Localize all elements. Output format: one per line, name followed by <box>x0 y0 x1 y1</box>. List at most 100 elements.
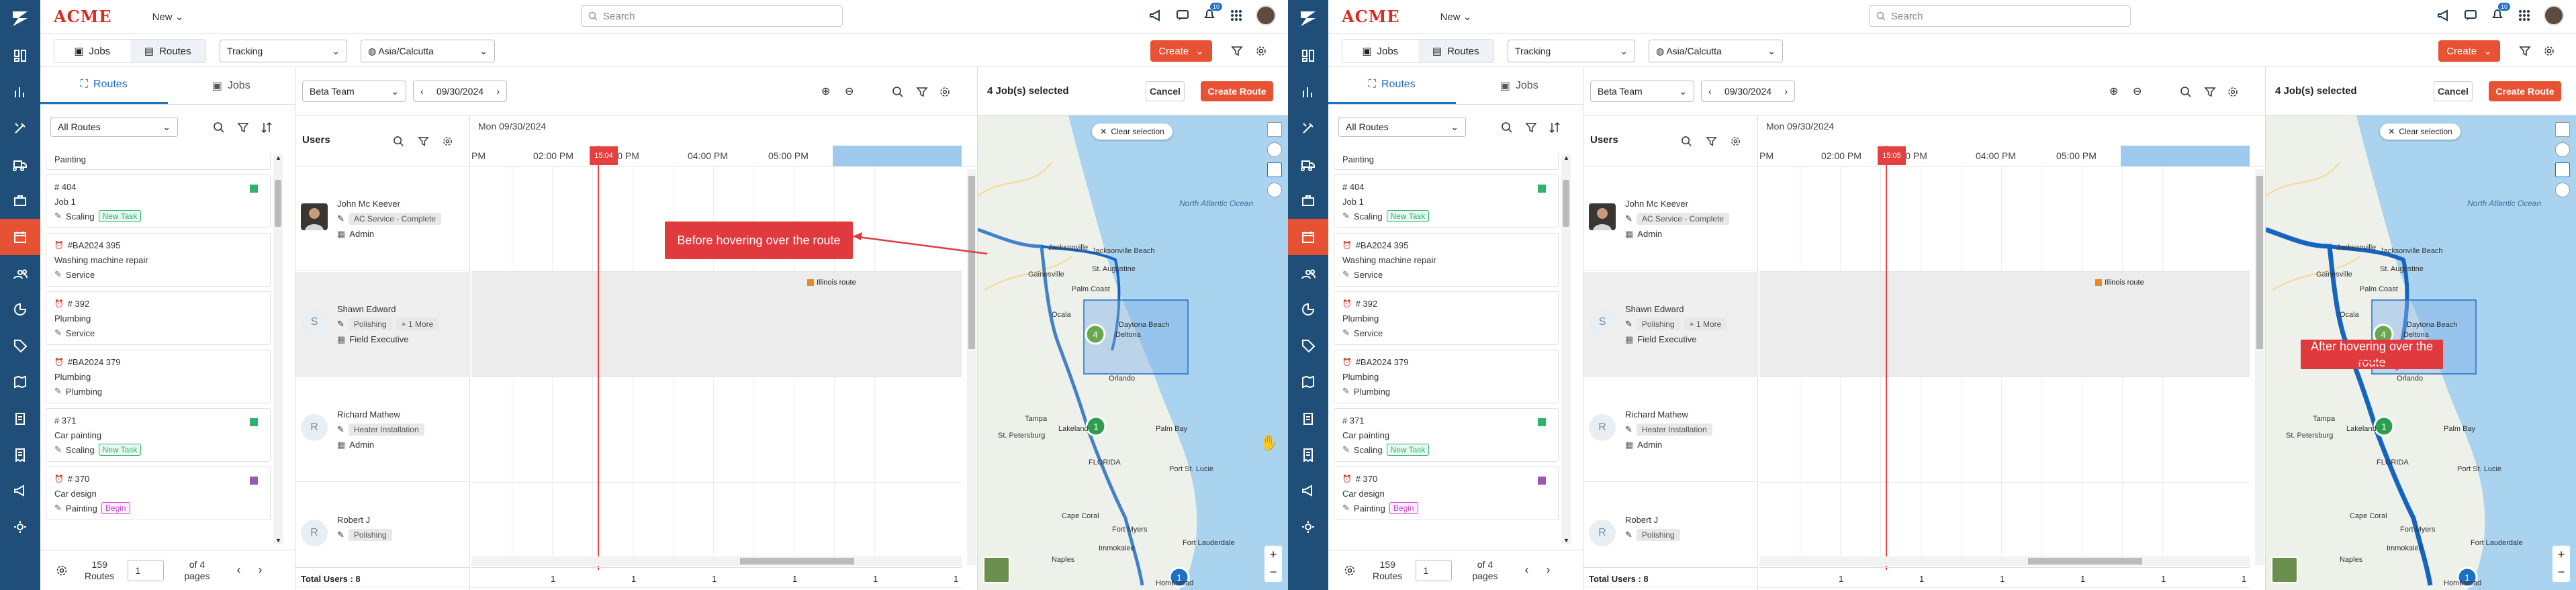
cancel-button[interactable]: Cancel <box>2434 81 2473 101</box>
map-zoom-control[interactable]: + − <box>1264 546 1282 582</box>
clipboard-icon[interactable] <box>0 400 40 436</box>
megaphone-icon[interactable] <box>1148 8 1163 23</box>
route-job-card[interactable]: ⏰ # 392 Plumbing ✎ Service <box>1334 291 1559 345</box>
filter-icon[interactable] <box>2518 44 2532 61</box>
circle-tool-icon[interactable] <box>2555 142 2570 157</box>
list-scrollbar[interactable]: ▲ ▼ <box>273 154 283 544</box>
clipboard-icon[interactable] <box>1288 400 1328 436</box>
search-icon[interactable] <box>892 86 904 98</box>
map-icon[interactable] <box>0 364 40 400</box>
user-card[interactable]: John Mc Keever ✎ AC Service - Complete ▦ Adm… <box>1583 166 1758 271</box>
zoom-out-icon[interactable]: − <box>2552 563 2570 581</box>
polygon-tool-icon[interactable] <box>1267 183 1282 197</box>
app-logo-icon[interactable] <box>1288 0 1328 38</box>
sort-icon[interactable] <box>261 121 273 134</box>
gear-icon[interactable] <box>1343 564 1356 577</box>
search-icon[interactable] <box>1681 136 1692 147</box>
route-job-card[interactable]: # 371 Car painting ✎ Scaling New Task <box>46 408 271 462</box>
create-route-button[interactable]: Create Route <box>2489 81 2561 101</box>
rectangle-tool-icon[interactable] <box>1267 162 1282 177</box>
zoom-in-icon[interactable]: + <box>1264 546 1282 563</box>
route-job-card[interactable]: Painting <box>1334 154 1559 170</box>
search-input[interactable]: Search <box>1869 5 2131 27</box>
timeline-row[interactable] <box>471 377 962 483</box>
job-cluster-marker[interactable]: 1 <box>1085 415 1107 437</box>
route-event[interactable]: Illinois route <box>2095 279 2144 287</box>
view-select[interactable]: Tracking ⌄ <box>1508 40 1635 62</box>
cursor-tool-icon[interactable] <box>1267 122 1282 137</box>
tools-icon[interactable] <box>0 110 40 146</box>
timeline-row[interactable] <box>1759 166 2250 272</box>
chart-icon[interactable] <box>1288 74 1328 110</box>
route-job-card[interactable]: ⏰ # 370 Car design ✎ Painting Begin <box>46 466 271 520</box>
routes-filter-select[interactable]: All Routes ⌄ <box>1338 117 1466 137</box>
route-job-card[interactable]: # 404 Job 1 ✎ Scaling New Task <box>46 175 271 228</box>
users-icon[interactable] <box>1288 255 1328 291</box>
megaphone-icon[interactable] <box>0 473 40 509</box>
routes-view-button[interactable]: ▤ Routes <box>1418 40 1493 62</box>
briefcase-icon[interactable] <box>1288 183 1328 219</box>
gear-icon[interactable] <box>0 509 40 545</box>
gear-icon[interactable] <box>442 136 453 147</box>
megaphone-icon[interactable] <box>2436 8 2451 23</box>
tag-icon[interactable] <box>0 328 40 364</box>
dashboard-icon[interactable] <box>0 38 40 74</box>
filter-icon[interactable] <box>916 86 928 98</box>
map-icon[interactable] <box>1288 364 1328 400</box>
route-job-card[interactable]: ⏰ # 392 Plumbing ✎ Service <box>46 291 271 345</box>
timeline-hscroll[interactable] <box>471 556 962 566</box>
next-page-icon[interactable]: › <box>259 563 263 577</box>
route-job-card[interactable]: ⏰ #BA2024 379 Plumbing ✎ Plumbing <box>46 350 271 403</box>
gear-icon[interactable] <box>1254 44 1268 61</box>
create-route-button[interactable]: Create Route <box>1201 81 1273 101</box>
jobs-view-button[interactable]: ▣ Jobs <box>1342 40 1418 62</box>
map-layer-toggle[interactable] <box>2271 556 2298 583</box>
chat-icon[interactable] <box>1175 8 1190 23</box>
chart-icon[interactable] <box>0 74 40 110</box>
list-scroll-thumb[interactable] <box>275 180 281 227</box>
search-icon[interactable] <box>2180 86 2192 98</box>
cursor-tool-icon[interactable] <box>2555 122 2570 137</box>
date-picker[interactable]: ‹ 09/30/2024 › <box>1701 81 1795 102</box>
timezone-select[interactable]: ◍ Asia/Calcutta ⌄ <box>361 40 495 62</box>
gear-icon[interactable] <box>2227 86 2239 98</box>
route-job-card[interactable]: ⏰ #BA2024 395 Washing machine repair ✎ Servi… <box>1334 233 1559 287</box>
timeline-hscroll-thumb[interactable] <box>2028 558 2142 564</box>
zoom-in-icon[interactable]: ⊕ <box>2109 85 2118 98</box>
timeline-row[interactable] <box>471 272 962 377</box>
filter-icon[interactable] <box>1706 136 1717 147</box>
user-card[interactable]: S Shawn Edward ✎ Polishing + 1 More ▦ Field Ex… <box>1583 272 1758 377</box>
view-select[interactable]: Tracking ⌄ <box>220 40 347 62</box>
tab-routes[interactable]: ⛶ Routes <box>40 67 168 104</box>
more-skills-badge[interactable]: + 1 More <box>396 318 439 330</box>
user-card[interactable]: R Richard Mathew ✎ Heater Installation ▦ Admi… <box>1583 377 1758 482</box>
list-scroll-thumb[interactable] <box>1563 180 1569 227</box>
filter-icon[interactable] <box>418 136 429 147</box>
page-input[interactable]: 1 <box>1416 559 1453 581</box>
megaphone-icon[interactable] <box>1288 473 1328 509</box>
filter-icon[interactable] <box>1525 121 1537 134</box>
filter-icon[interactable] <box>237 121 249 134</box>
route-job-card[interactable]: ⏰ #BA2024 379 Plumbing ✎ Plumbing <box>1334 350 1559 403</box>
selected-time-range[interactable] <box>833 146 962 166</box>
timeline-vscroll[interactable] <box>2255 169 2264 565</box>
notification-bell[interactable]: 10 <box>1202 2 1222 25</box>
create-button[interactable]: Create ⌄ <box>1150 40 1212 62</box>
route-job-card[interactable]: ⏰ # 370 Car design ✎ Painting Begin <box>1334 466 1559 520</box>
tab-jobs[interactable]: ▣ Jobs <box>168 67 295 104</box>
zoom-out-icon[interactable]: ⊖ <box>845 85 854 98</box>
chat-icon[interactable] <box>2463 8 2478 23</box>
circle-tool-icon[interactable] <box>1267 142 1282 157</box>
clear-selection-button[interactable]: ✕ Clear selection <box>2380 124 2460 140</box>
truck-icon[interactable] <box>0 146 40 183</box>
tab-jobs[interactable]: ▣ Jobs <box>1456 67 1583 104</box>
route-job-card[interactable]: ⏰ #BA2024 395 Washing machine repair ✎ Servi… <box>46 233 271 287</box>
user-card[interactable]: John Mc Keever ✎ AC Service - Complete ▦ Adm… <box>295 166 470 271</box>
gear-icon[interactable] <box>2542 44 2556 61</box>
team-select[interactable]: Beta Team ⌄ <box>302 81 406 102</box>
route-job-card[interactable]: Painting <box>46 154 271 170</box>
brand-logo[interactable]: ACME <box>1342 7 1400 26</box>
search-icon[interactable] <box>213 121 225 134</box>
rectangle-tool-icon[interactable] <box>2555 162 2570 177</box>
user-card[interactable]: S Shawn Edward ✎ Polishing + 1 More ▦ Field Ex… <box>295 272 470 377</box>
